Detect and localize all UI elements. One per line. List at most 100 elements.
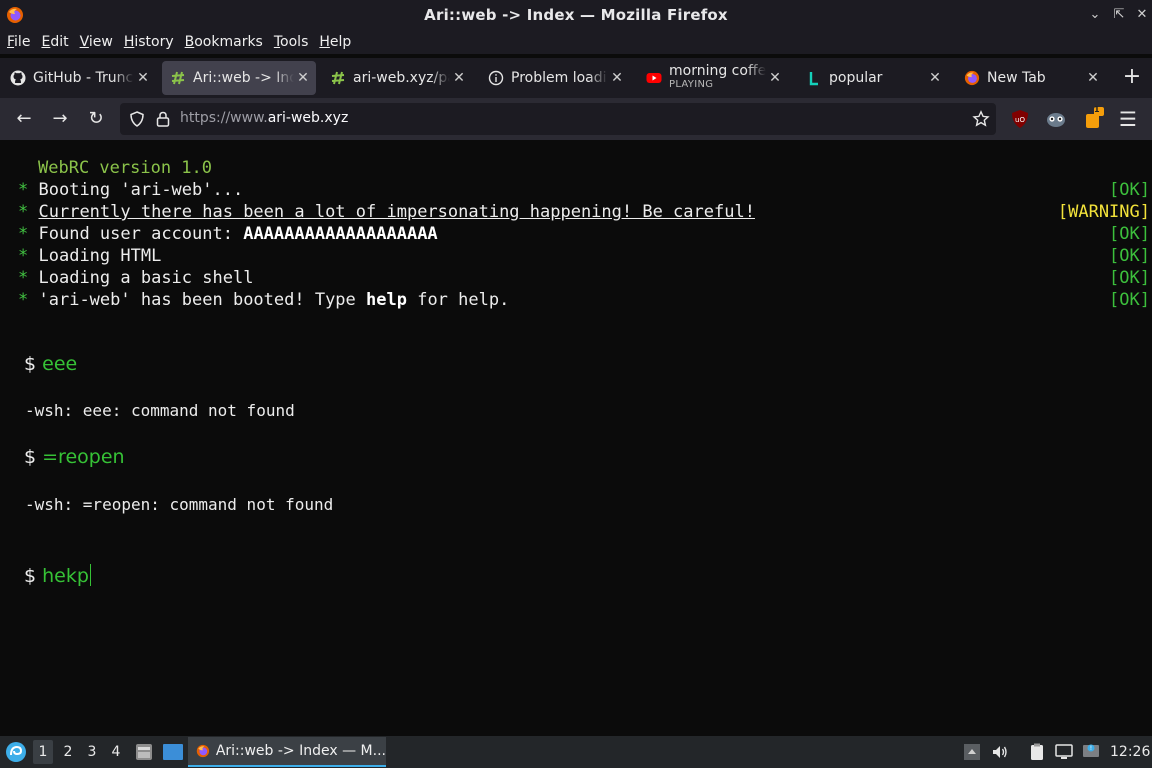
firefox-icon [7,7,23,23]
tab-problem-loading[interactable]: Problem loading ✕ [480,61,630,95]
boot-line-warning: * Currently there has been a lot of impe… [18,202,755,222]
menu-view[interactable]: View [80,34,113,50]
menu-file[interactable]: File [7,34,30,50]
status-badge: [OK] [1109,224,1150,244]
tab-popular[interactable]: popular ✕ [798,61,948,95]
menu-bar: File Edit View History Bookmarks Tools H… [0,30,1152,54]
boot-line: * Booting 'ari-web'... [18,180,244,200]
clock[interactable]: 12:26 [1110,744,1150,760]
menu-help[interactable]: Help [319,34,351,50]
application-launcher-icon[interactable] [5,741,27,763]
tab-label: popular [829,70,883,86]
tab-ari-web-page[interactable]: ari-web.xyz/page ✕ [322,61,472,95]
close-tab-icon[interactable]: ✕ [1084,70,1102,86]
boot-line: * Loading HTML [18,246,162,266]
taskbar: 1 2 3 4 Ari::web -> Index — M... ! 12:26 [0,736,1152,768]
url-scheme: https://www. [180,110,268,126]
back-icon[interactable]: ← [11,106,37,132]
notifications-icon[interactable]: ! [1081,742,1101,762]
youtube-icon [646,73,662,83]
menu-edit[interactable]: Edit [41,34,68,50]
clipboard-icon[interactable] [1027,742,1047,762]
boot-line: * 'ari-web' has been booted! Type help f… [18,290,510,310]
history-command: =reopen [42,446,125,468]
tab-github[interactable]: GitHub - Truncat ✕ [2,61,156,95]
lock-icon[interactable] [154,110,172,128]
menu-bookmarks[interactable]: Bookmarks [185,34,263,50]
workspace-1[interactable]: 1 [33,740,53,764]
info-icon [488,70,504,86]
workspace-3[interactable]: 3 [82,740,102,764]
bookmark-star-icon[interactable] [972,110,990,128]
terminal-page: WebRC version 1.0 * Booting 'ari-web'...… [0,140,1152,736]
maximize-icon[interactable]: ⇱ [1108,5,1130,25]
command-output: -wsh: eee: command not found [25,401,295,420]
url-text[interactable]: https://www.ari-web.xyz [180,110,348,126]
tab-label: ari-web.xyz/page [353,70,450,86]
tab-new-tab[interactable]: New Tab ✕ [956,61,1106,95]
svg-text:uO: uO [1015,116,1025,124]
github-icon [10,70,26,86]
close-tab-icon[interactable]: ✕ [766,70,784,86]
boot-line: * Found user account: AAAAAAAAAAAAAAAAAA… [18,224,438,244]
extension-badge: 1 [1094,105,1100,114]
user-account-name: AAAAAAAAAAAAAAAAAAA [243,224,438,244]
window-titlebar: Ari::web -> Index — Mozilla Firefox ⌄ ⇱ … [0,0,1152,30]
menu-history[interactable]: History [124,34,174,50]
file-manager-icon[interactable] [134,742,154,762]
navigation-bar: ← → ↻ https://www.ari-web.xyz uO 1 ☰ [0,98,1152,140]
workspace-4[interactable]: 4 [106,740,126,764]
tab-morning-coffee[interactable]: morning coffee PLAYING ✕ [638,61,788,95]
display-icon[interactable] [1054,742,1074,762]
url-bar[interactable]: https://www.ari-web.xyz [120,103,996,135]
shield-icon[interactable] [128,110,146,128]
hamburger-menu-icon[interactable]: ☰ [1115,106,1141,132]
command-output: -wsh: =reopen: command not found [25,495,334,514]
command-history-line: $ =reopen [24,446,125,468]
tray-expand-icon[interactable] [962,742,982,762]
ublock-origin-icon[interactable]: uO [1010,109,1030,129]
url-host: ari-web.xyz [267,110,349,126]
text-cursor [89,564,91,586]
prompt-symbol: $ [24,353,37,375]
svg-text:!: ! [1090,745,1092,752]
tab-label: New Tab [987,70,1046,86]
boot-line: * Loading a basic shell [18,268,254,288]
privacy-badger-icon[interactable] [1045,109,1067,129]
taskbar-window-firefox[interactable]: Ari::web -> Index — M... [188,737,386,767]
prompt-symbol: $ [24,565,37,587]
taskbar-window-label: Ari::web -> Index — M... [215,743,386,759]
status-badge: [OK] [1109,246,1150,266]
boot-title: WebRC version 1.0 [38,158,212,178]
ari-web-icon [171,71,185,85]
history-command: eee [42,353,78,375]
status-badge: [OK] [1109,268,1150,288]
forward-icon[interactable]: → [47,106,73,132]
workspace-2[interactable]: 2 [58,740,78,764]
minimize-icon[interactable]: ⌄ [1084,5,1106,25]
tab-strip: GitHub - Truncat ✕ Ari::web -> Index ✕ a… [0,58,1152,98]
status-badge: [OK] [1109,290,1150,310]
command-history-line: $ eee [24,353,77,375]
close-tab-icon[interactable]: ✕ [134,70,152,86]
status-badge: [OK] [1109,180,1150,200]
close-tab-icon[interactable]: ✕ [608,70,626,86]
command-input[interactable]: hekp [42,565,89,587]
reload-icon[interactable]: ↻ [83,106,109,132]
volume-icon[interactable] [990,742,1010,762]
command-input-line[interactable]: $ hekp [24,564,91,587]
close-tab-icon[interactable]: ✕ [294,70,312,86]
close-tab-icon[interactable]: ✕ [450,70,468,86]
status-badge: [WARNING] [1057,202,1150,222]
show-desktop-icon[interactable] [162,742,184,762]
tab-label: GitHub - Truncat [33,70,134,86]
ari-web-icon [331,71,345,85]
tab-playing-indicator: PLAYING [669,79,714,90]
menu-tools[interactable]: Tools [274,34,309,50]
new-tab-button[interactable]: + [1118,64,1146,92]
firefox-icon [196,744,210,758]
tab-ari-web-index[interactable]: Ari::web -> Index ✕ [162,61,316,95]
lemmy-icon [809,72,818,86]
close-icon[interactable]: ✕ [1131,5,1152,25]
close-tab-icon[interactable]: ✕ [926,70,944,86]
